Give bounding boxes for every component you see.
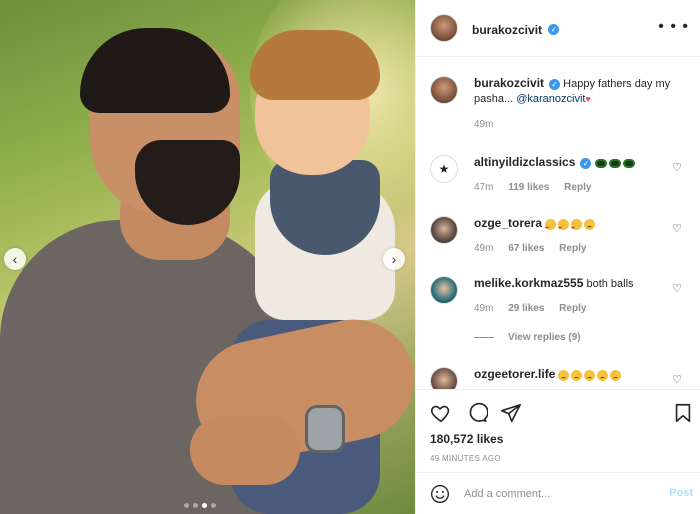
sad-emoji-icon <box>558 369 570 381</box>
action-bar: 180,572 likes 49 MINUTES AGO <box>416 389 700 471</box>
caption-username[interactable]: burakozcivit <box>474 76 544 90</box>
comment-likes[interactable]: 119 likes <box>508 182 549 193</box>
chevron-right-icon[interactable]: › <box>383 248 405 270</box>
post-side-panel: burakozcivit ✓ • • • burakozcivit ✓ Happ… <box>415 0 700 514</box>
comment-body: altinyildizclassics ✓ 47m 119 likes Repl… <box>474 155 674 195</box>
comment-meta: 49m 67 likes Reply <box>474 241 674 256</box>
post-photo[interactable]: ‹ › <box>0 0 415 514</box>
commenter-avatar[interactable] <box>430 216 458 244</box>
man-hand <box>190 415 300 485</box>
chevron-left-icon[interactable]: ‹ <box>4 248 26 270</box>
comment-likes[interactable]: 29 likes <box>508 303 544 314</box>
comment-age: 49m <box>474 243 494 254</box>
smiley-icon[interactable] <box>430 484 450 504</box>
heart-outline-icon[interactable]: ♡ <box>672 161 682 174</box>
heart-eyes-emoji-icon <box>545 218 557 235</box>
comment-age: 49m <box>474 303 494 314</box>
reply-button[interactable]: Reply <box>564 182 591 193</box>
comment-meta: 49m 29 likes Reply <box>474 301 674 316</box>
caption-body: burakozcivit ✓ Happy fathers day my pash… <box>474 76 674 132</box>
shades-emoji-icon <box>622 158 635 168</box>
carousel-dot <box>184 503 189 508</box>
view-replies-button[interactable]: View replies (9) <box>474 332 581 343</box>
carousel-indicator <box>184 503 216 508</box>
carousel-dot <box>193 503 198 508</box>
caption-mention[interactable]: @karanozcivit <box>516 93 585 105</box>
shades-emoji-icon <box>608 158 621 168</box>
comment-text: both balls <box>586 278 634 290</box>
red-heart-emoji-icon: ♥ <box>585 94 591 104</box>
boy-hair <box>250 30 380 100</box>
comment-body: ozgeetorer.life <box>474 367 674 383</box>
comment-username[interactable]: ozgeetorer.life <box>474 367 555 381</box>
verified-badge-icon: ✓ <box>548 24 560 36</box>
commenter-avatar[interactable] <box>430 367 458 389</box>
comment-age: 47m <box>474 182 494 193</box>
sad-emoji-icon <box>584 218 596 230</box>
heart-eyes-emoji-icon <box>558 218 570 235</box>
add-comment-bar: Post <box>416 472 700 514</box>
ellipsis-icon[interactable]: • • • <box>658 18 689 36</box>
sad-emoji-icon <box>571 369 583 381</box>
caption-meta: 49m <box>474 117 674 132</box>
comment-bubble-icon[interactable] <box>466 402 488 424</box>
carousel-dot-active <box>202 503 207 508</box>
comment-body: melike.korkmaz555 both balls 49m 29 like… <box>474 276 674 316</box>
comment-username[interactable]: altinyildizclassics <box>474 155 575 169</box>
post-comment-button[interactable]: Post <box>669 487 693 499</box>
wristwatch <box>305 405 345 453</box>
verified-badge-icon: ✓ <box>580 157 592 169</box>
heart-outline-icon[interactable]: ♡ <box>672 222 682 235</box>
verified-badge-icon: ✓ <box>549 78 561 90</box>
post-header: burakozcivit ✓ • • • <box>416 0 700 57</box>
heart-outline-icon[interactable]: ♡ <box>672 282 682 295</box>
author-avatar[interactable] <box>430 14 458 42</box>
comment-username[interactable]: ozge_torera <box>474 216 542 230</box>
sad-emoji-icon <box>610 369 622 381</box>
heart-outline-icon[interactable] <box>430 402 452 424</box>
author-avatar[interactable] <box>430 76 458 104</box>
likes-count[interactable]: 180,572 likes <box>430 432 503 446</box>
comments-list: burakozcivit ✓ Happy fathers day my pash… <box>416 57 700 389</box>
heart-eyes-emoji-icon <box>571 218 583 235</box>
caption-age: 49m <box>474 119 494 130</box>
reply-button[interactable]: Reply <box>559 303 586 314</box>
commenter-avatar[interactable] <box>430 276 458 304</box>
reply-button[interactable]: Reply <box>559 243 586 254</box>
shades-emoji-icon <box>594 158 607 168</box>
paper-plane-icon[interactable] <box>500 402 522 424</box>
heart-outline-icon[interactable]: ♡ <box>672 373 682 386</box>
bookmark-icon[interactable] <box>672 402 694 424</box>
carousel-dot <box>211 503 216 508</box>
comment-body: ozge_torera 49m 67 likes Reply <box>474 216 674 256</box>
author-name-row: burakozcivit ✓ <box>472 21 560 39</box>
comment-meta: 47m 119 likes Reply <box>474 180 674 195</box>
comment-input[interactable] <box>464 485 654 503</box>
man-hair <box>80 28 230 113</box>
sad-emoji-icon <box>584 369 596 381</box>
comment-likes[interactable]: 67 likes <box>508 243 544 254</box>
sad-emoji-icon <box>597 369 609 381</box>
star-logo-icon[interactable]: ★ <box>430 155 458 183</box>
author-username[interactable]: burakozcivit <box>472 23 542 37</box>
comment-username[interactable]: melike.korkmaz555 <box>474 276 583 290</box>
post-timestamp: 49 MINUTES AGO <box>430 454 501 463</box>
